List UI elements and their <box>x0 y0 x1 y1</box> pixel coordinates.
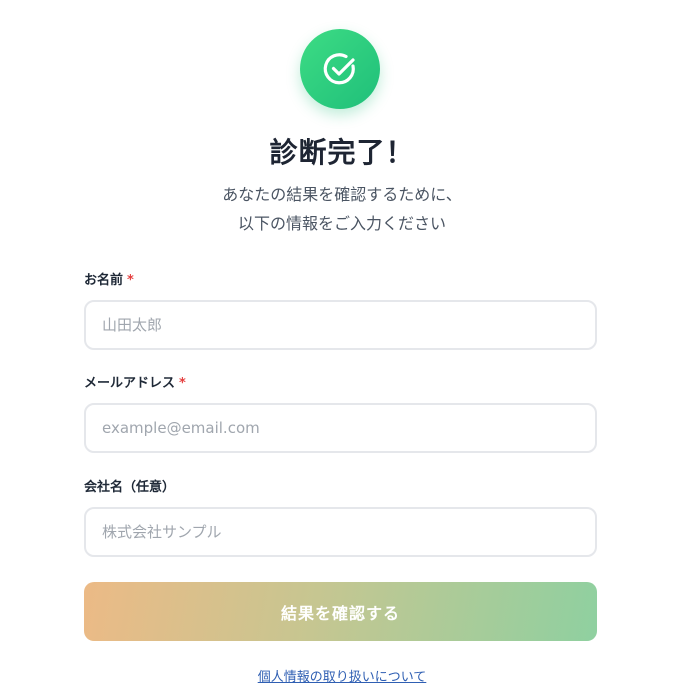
privacy-link-container: 個人情報の取り扱いについて <box>0 669 684 687</box>
company-label: 会社名（任意） <box>84 479 175 497</box>
company-label-text: 会社名（任意） <box>84 480 176 495</box>
name-input[interactable] <box>84 300 597 350</box>
check-circle-icon <box>323 53 355 85</box>
email-input[interactable] <box>84 403 597 453</box>
success-badge <box>300 29 380 109</box>
required-mark: * <box>127 273 134 288</box>
subtitle-line-1: あなたの結果を確認するために、 <box>222 185 462 204</box>
required-mark: * <box>179 376 186 391</box>
page-title: 診断完了！ <box>269 136 415 169</box>
name-label: お名前 * <box>84 272 134 290</box>
email-label-text: メールアドレス <box>84 376 176 391</box>
submit-button[interactable]: 結果を確認する <box>84 582 597 641</box>
company-input[interactable] <box>84 507 597 557</box>
result-form-page: 診断完了！ あなたの結果を確認するために、 以下の情報をご入力ください お名前 *… <box>0 0 684 696</box>
name-label-text: お名前 <box>84 273 124 288</box>
subtitle-line-2: 以下の情報をご入力ください <box>237 214 446 233</box>
email-label: メールアドレス * <box>84 375 186 393</box>
privacy-policy-link[interactable]: 個人情報の取り扱いについて <box>258 670 427 685</box>
